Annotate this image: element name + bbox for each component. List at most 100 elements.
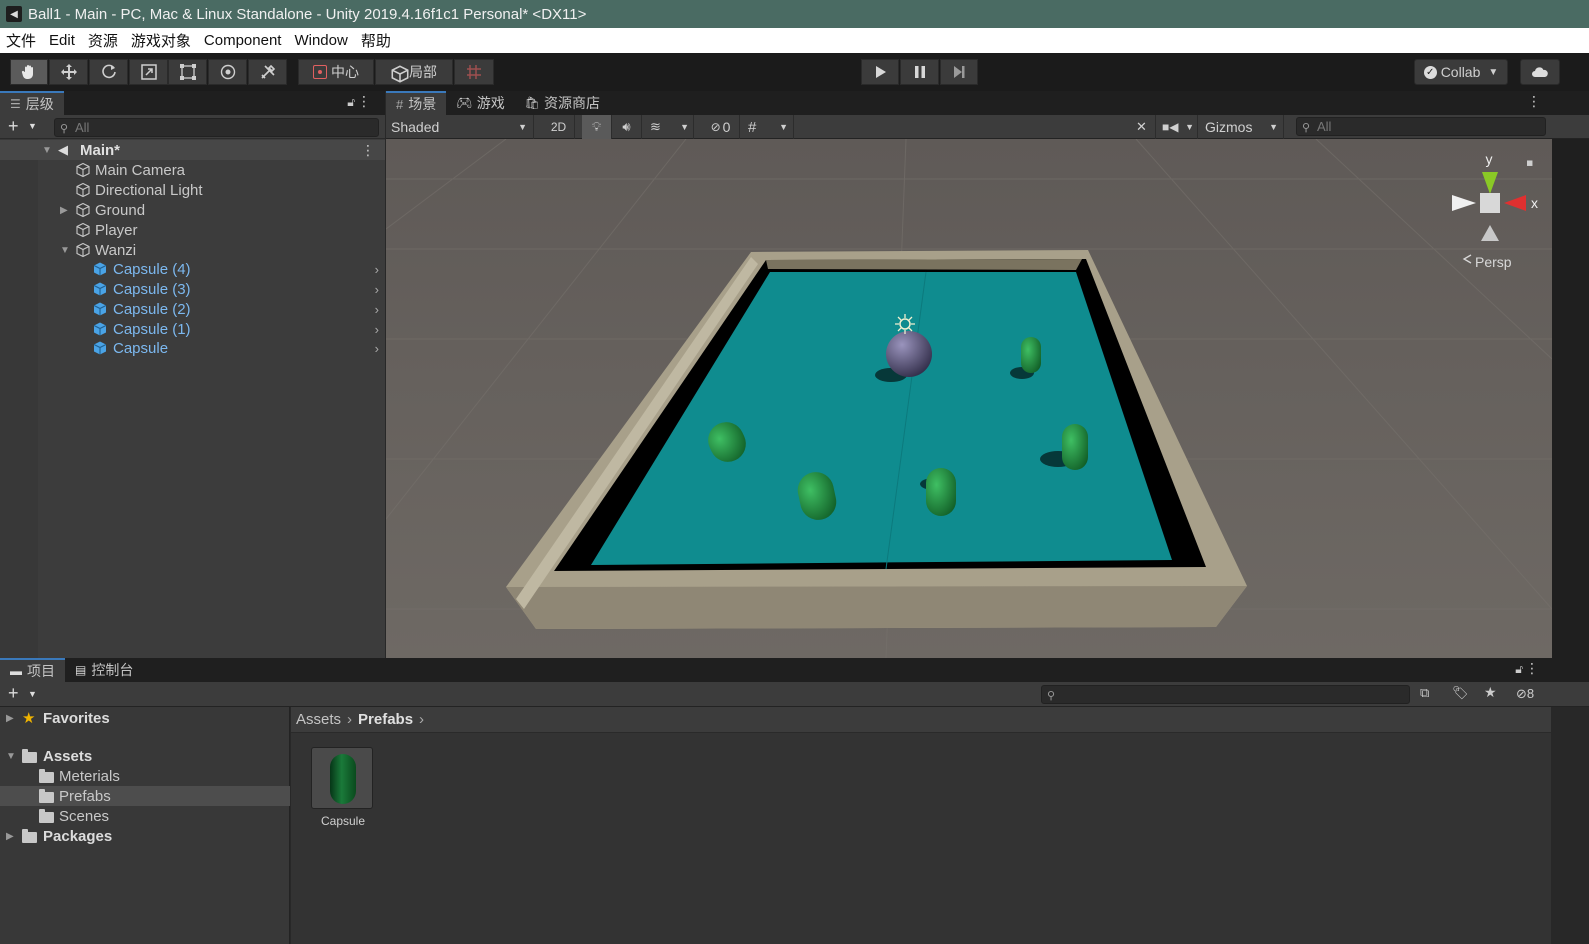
step-button[interactable] <box>940 59 978 85</box>
shading-mode-dropdown[interactable]: Shaded ▼ <box>386 115 534 139</box>
scale-icon <box>140 64 157 80</box>
lock-icon[interactable]: 🔓︎ <box>347 95 355 110</box>
scene-viewport[interactable]: y x Persp ▪ <box>386 139 1552 658</box>
chevron-down-icon[interactable]: ▼ <box>28 689 37 699</box>
menu-assets[interactable]: 资源 <box>88 30 118 51</box>
chevron-right-icon[interactable]: › <box>375 282 379 297</box>
tab-game[interactable]: 🎮︎ 游戏 <box>446 91 515 115</box>
hierarchy-item-wanzi[interactable]: ▼ Wanzi <box>0 240 385 260</box>
lighting-toggle-button[interactable]: 💡︎ <box>582 115 612 139</box>
play-button[interactable] <box>861 59 899 85</box>
hierarchy-item-capsule-4[interactable]: Capsule (4) › <box>0 259 385 279</box>
grid-dropdown[interactable]: # ▼ <box>744 115 794 139</box>
chevron-right-icon[interactable]: › <box>375 262 379 277</box>
star-icon[interactable]: ★ <box>1484 684 1497 701</box>
menu-component[interactable]: Component <box>204 32 282 49</box>
tree-item-scenes[interactable]: Scenes <box>0 806 290 826</box>
tree-item-assets[interactable]: ▼ Assets <box>0 746 290 766</box>
expand-arrow-icon[interactable]: ▶ <box>6 713 14 724</box>
hierarchy-item-directional-light[interactable]: Directional Light <box>0 180 385 200</box>
game-tab-label: 游戏 <box>476 95 505 111</box>
scale-tool-button[interactable] <box>129 59 168 85</box>
chevron-right-icon: › <box>419 711 425 728</box>
audio-toggle-button[interactable]: 🔊︎ <box>612 115 642 139</box>
gizmos-dropdown[interactable]: Gizmos ▼ <box>1200 115 1284 139</box>
expand-arrow-icon[interactable]: ▼ <box>6 751 16 762</box>
hierarchy-item-player[interactable]: Player <box>0 220 385 240</box>
tab-asset-store[interactable]: 🛍︎ 资源商店 <box>515 91 610 115</box>
scene-render[interactable]: y x Persp ▪ <box>386 139 1552 658</box>
hidden-objects-toggle[interactable]: ⊘ 0 <box>702 115 740 139</box>
chevron-down-icon[interactable]: ▼ <box>28 121 37 131</box>
hierarchy-item-capsule-3[interactable]: Capsule (3) › <box>0 279 385 299</box>
expand-arrow-icon[interactable]: ▶ <box>60 205 68 216</box>
chevron-right-icon[interactable]: › <box>375 322 379 337</box>
hierarchy-item-ground[interactable]: ▶ Ground <box>0 200 385 220</box>
tab-console[interactable]: ▤ 控制台 <box>65 658 143 682</box>
rect-tool-button[interactable] <box>168 59 207 85</box>
scene-search-input[interactable]: ⚲ All <box>1296 117 1546 136</box>
space-label: 局部 <box>409 64 437 80</box>
project-search-input[interactable]: ⚲ <box>1041 685 1410 704</box>
projection-label[interactable]: Persp <box>1475 254 1512 270</box>
tree-item-prefabs[interactable]: Prefabs <box>0 786 290 806</box>
breadcrumb-assets[interactable]: Assets <box>296 711 341 728</box>
custom-tool-button[interactable] <box>248 59 287 85</box>
space-toggle-button[interactable]: 局部 <box>375 59 453 85</box>
menu-edit[interactable]: Edit <box>49 32 75 49</box>
pivot-toggle-button[interactable]: 中心 <box>298 59 374 85</box>
grid-snap-button[interactable] <box>454 59 494 85</box>
collab-button[interactable]: ✓ Collab ▼ <box>1414 59 1508 85</box>
folder-icon <box>39 769 54 783</box>
rotate-tool-button[interactable] <box>89 59 128 85</box>
hidden-packages-toggle[interactable]: ⊘8 <box>1516 686 1534 702</box>
search-icon: ⚲ <box>1302 122 1311 134</box>
scene-root-row[interactable]: ▼ ◀ Main* ⋮ <box>0 140 385 160</box>
prefab-cube-icon <box>93 282 107 296</box>
menu-file[interactable]: 文件 <box>6 30 36 51</box>
expand-arrow-icon[interactable]: ▶ <box>6 831 14 842</box>
panel-menu-icon[interactable]: ⋮ <box>1525 660 1539 677</box>
search-by-type-icon[interactable]: ⧉ <box>1420 685 1429 701</box>
label-tag-icon[interactable]: 🏷︎ <box>1452 685 1469 701</box>
pause-button[interactable] <box>900 59 939 85</box>
hierarchy-item-label: Wanzi <box>95 241 137 259</box>
lock-icon[interactable]: ▪ <box>1526 156 1533 169</box>
shading-mode-value: Shaded <box>391 119 440 135</box>
panel-menu-icon[interactable]: ⋮ <box>357 93 371 110</box>
2d-toggle-button[interactable]: 2D <box>543 115 575 139</box>
tab-project[interactable]: ▬ 项目 <box>0 658 65 682</box>
hierarchy-item-capsule[interactable]: Capsule › <box>0 338 385 358</box>
cloud-button[interactable] <box>1520 59 1560 85</box>
hierarchy-search-input[interactable]: ⚲ All <box>54 118 379 137</box>
expand-arrow-icon[interactable]: ▼ <box>42 145 52 156</box>
hierarchy-item-capsule-1[interactable]: Capsule (1) › <box>0 319 385 339</box>
lock-icon[interactable]: 🔓︎ <box>1515 662 1523 677</box>
hierarchy-item-main-camera[interactable]: Main Camera <box>0 160 385 180</box>
asset-item-capsule[interactable]: Capsule <box>311 747 375 837</box>
transform-tool-button[interactable] <box>208 59 247 85</box>
chevron-right-icon[interactable]: › <box>375 341 379 356</box>
panel-menu-icon[interactable]: ⋮ <box>1527 93 1541 110</box>
breadcrumb-prefabs[interactable]: Prefabs <box>358 711 413 728</box>
expand-arrow-icon[interactable]: ▼ <box>60 245 70 256</box>
effects-dropdown[interactable]: ≋ ▼ <box>642 115 694 139</box>
menu-window[interactable]: Window <box>294 32 347 49</box>
tab-hierarchy[interactable]: ☰ 层级 <box>0 91 64 115</box>
chevron-right-icon[interactable]: › <box>375 302 379 317</box>
scene-menu-icon[interactable]: ⋮ <box>361 142 375 159</box>
create-button[interactable]: + <box>8 683 19 704</box>
scene-name: Main* <box>80 141 121 159</box>
hand-tool-button[interactable] <box>10 59 48 85</box>
tree-item-favorites[interactable]: ▶ ★ Favorites <box>0 708 290 728</box>
hierarchy-item-capsule-2[interactable]: Capsule (2) › <box>0 299 385 319</box>
tree-item-packages[interactable]: ▶ Packages <box>0 826 290 846</box>
tree-item-meterials[interactable]: Meterials <box>0 766 290 786</box>
camera-settings-dropdown[interactable]: ■◀ ▼ <box>1158 115 1198 139</box>
menu-gameobject[interactable]: 游戏对象 <box>131 30 191 51</box>
create-button[interactable]: + <box>8 116 19 137</box>
move-tool-button[interactable] <box>49 59 88 85</box>
menu-help[interactable]: 帮助 <box>361 30 391 51</box>
scene-tools-button[interactable]: ✕ <box>1128 115 1156 139</box>
tab-scene[interactable]: # 场景 <box>386 91 447 115</box>
